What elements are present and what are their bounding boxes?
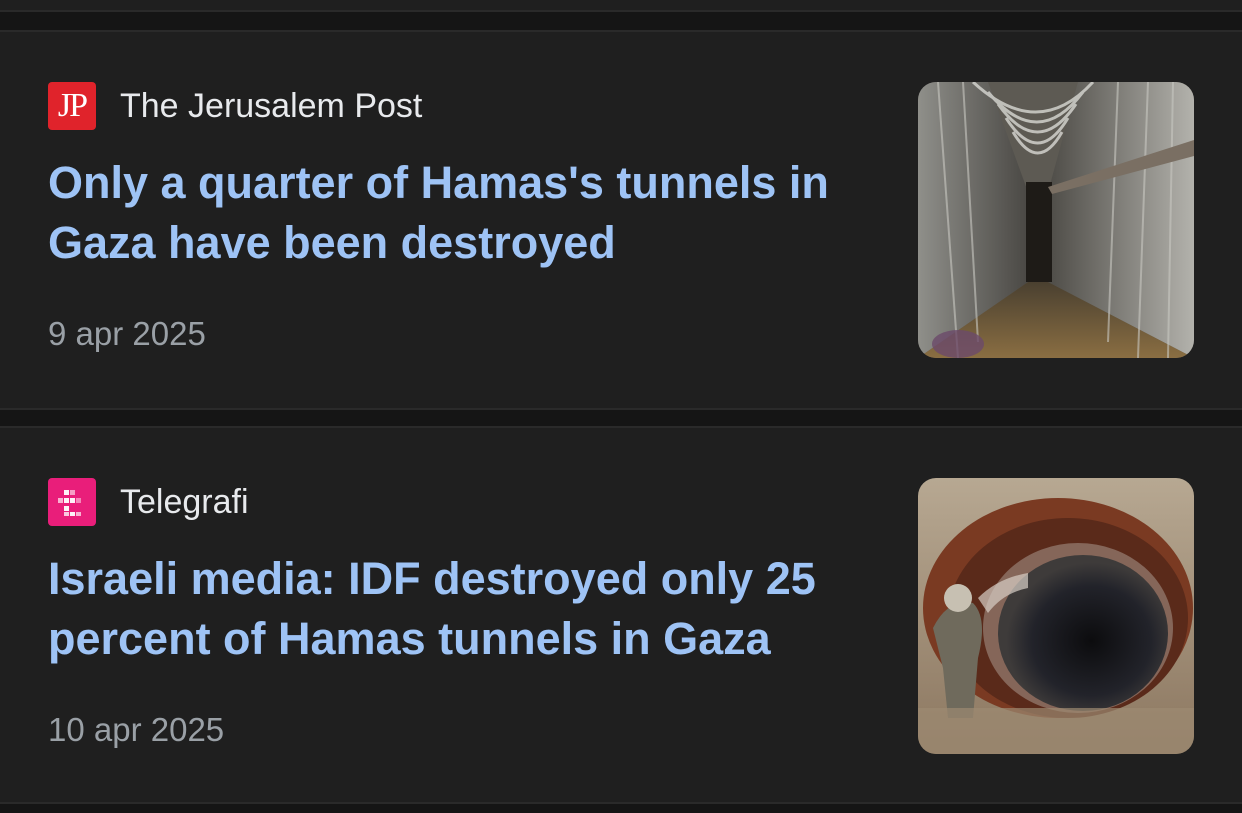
tunnel-corridor-thumbnail-icon[interactable] xyxy=(918,82,1194,358)
divider xyxy=(0,10,1242,32)
source-row: JP The Jerusalem Post xyxy=(48,82,422,130)
publish-date: 10 apr 2025 xyxy=(48,711,225,748)
divider xyxy=(0,408,1242,428)
headline-link[interactable]: Only a quarter of Hamas's tunnels in Gaz… xyxy=(48,153,868,273)
news-card[interactable]: JP The Jerusalem Post Only a quarter of … xyxy=(0,32,1242,408)
divider xyxy=(0,802,1242,813)
logo-text: JP xyxy=(57,87,88,124)
telegrafi-logo-icon xyxy=(48,478,96,526)
publish-date: 9 apr 2025 xyxy=(48,315,206,352)
tunnel-pipe-thumbnail-icon[interactable] xyxy=(918,478,1194,754)
source-name[interactable]: Telegrafi xyxy=(120,483,249,522)
news-card[interactable]: Telegrafi Israeli media: IDF destroyed o… xyxy=(0,428,1242,802)
jerusalem-post-logo-icon: JP xyxy=(48,82,96,130)
source-row: Telegrafi xyxy=(48,478,249,526)
headline-link[interactable]: Israeli media: IDF destroyed only 25 per… xyxy=(48,549,868,669)
source-name[interactable]: The Jerusalem Post xyxy=(120,87,422,126)
top-strip xyxy=(0,0,1242,10)
